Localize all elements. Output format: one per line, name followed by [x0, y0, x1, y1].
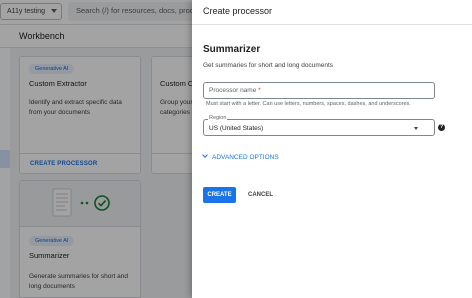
processor-subtitle: Get summaries for short and long documen…: [203, 62, 334, 69]
cancel-button[interactable]: CANCEL: [242, 187, 279, 203]
help-icon[interactable]: ?: [438, 124, 445, 131]
region-select[interactable]: Region US (United States): [203, 115, 435, 136]
chevron-down-icon: [202, 152, 208, 158]
advanced-options-toggle[interactable]: ADVANCED OPTIONS: [202, 152, 279, 161]
processor-name-hint: Must start with a letter. Can use letter…: [206, 101, 411, 107]
advanced-options-label: ADVANCED OPTIONS: [212, 154, 279, 161]
region-label: Region: [208, 115, 228, 121]
processor-name-field[interactable]: Processor name *: [203, 82, 435, 99]
panel-header-title: Create processor: [203, 6, 273, 16]
processor-title: Summarizer: [203, 44, 261, 55]
processor-name-label-text: Processor name: [209, 87, 257, 94]
modal-scrim[interactable]: [0, 0, 192, 298]
create-processor-panel: Create processor Summarizer Get summarie…: [192, 0, 472, 298]
processor-name-label: Processor name *: [209, 87, 261, 94]
dropdown-arrow-icon: [414, 127, 418, 130]
create-button[interactable]: CREATE: [203, 187, 236, 203]
required-mark: *: [258, 87, 261, 94]
panel-header: Create processor: [192, 0, 472, 25]
region-value: US (United States): [209, 125, 264, 132]
